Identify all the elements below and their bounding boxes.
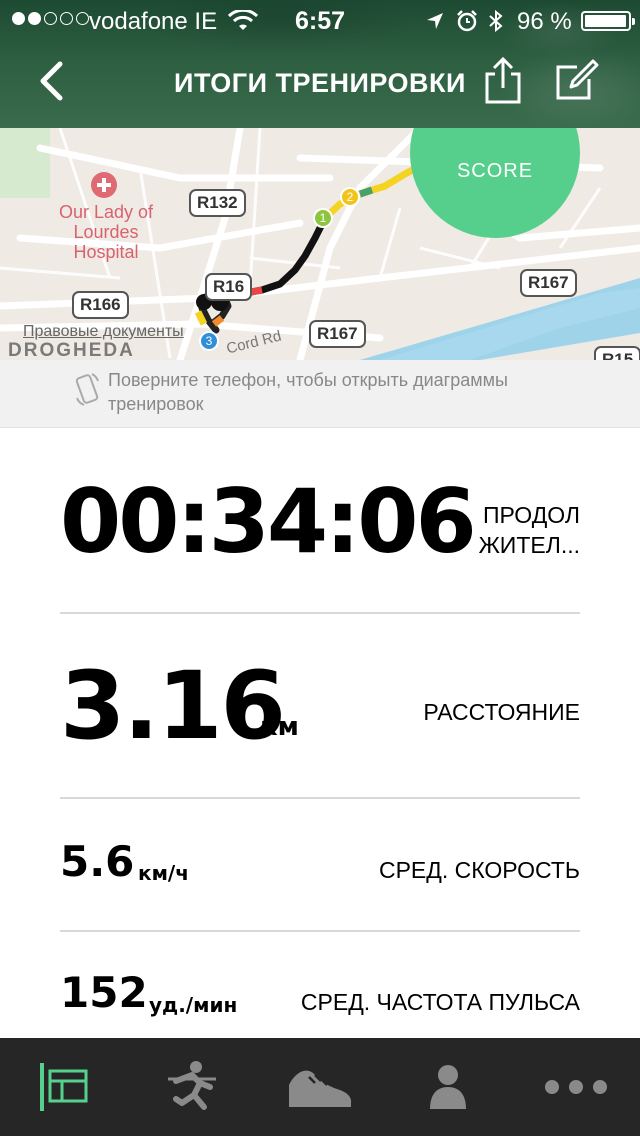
rotate-phone-hint: Поверните телефон, чтобы открыть диаграм… [0, 360, 640, 428]
more-icon [545, 1080, 607, 1094]
avg-heart-rate-value: 152 [60, 968, 148, 1017]
tab-summary[interactable] [0, 1038, 128, 1136]
share-button[interactable] [480, 56, 526, 106]
avg-heart-rate-label: СРЕД. ЧАСТОТА ПУЛЬСА [300, 989, 580, 1015]
location-arrow-icon [427, 13, 443, 29]
battery-icon [581, 11, 635, 31]
distance-label: РАССТОЯНИЕ [423, 699, 580, 725]
divider [60, 612, 580, 614]
avg-speed-label: СРЕД. СКОРОСТЬ [378, 857, 580, 883]
summary-icon [40, 1063, 88, 1111]
workout-route-map[interactable]: Our Lady of Lourdes Hospital R132 R166 R… [0, 128, 640, 360]
duration-value: 00:34:06 [60, 470, 477, 573]
distance-unit: км [260, 712, 299, 742]
battery-percent: 96 % [517, 8, 572, 35]
phone-rotate-icon [75, 373, 99, 406]
road-label: R15 [594, 346, 640, 360]
avg-speed-value: 5.6 [60, 837, 135, 886]
divider [60, 930, 580, 932]
road-label: R132 [189, 189, 246, 217]
km-marker: 1 [313, 208, 333, 228]
legal-documents-link[interactable]: Правовые документы [23, 323, 184, 341]
header-bar: vodafone IE 6:57 96 % ИТОГИ ТРЕНИРОВКИ [0, 0, 640, 128]
bluetooth-icon [489, 9, 503, 33]
runner-icon [168, 1061, 216, 1110]
road-label: R16 [205, 273, 253, 301]
shoe-icon [289, 1070, 352, 1107]
km-marker: 2 [340, 187, 360, 207]
profile-icon [430, 1065, 466, 1109]
tab-more[interactable] [512, 1038, 640, 1136]
status-bar: vodafone IE 6:57 96 % [0, 0, 640, 40]
hospital-icon [91, 172, 117, 198]
tab-workout[interactable] [128, 1038, 256, 1136]
tab-bar [0, 1038, 640, 1136]
tab-shoes[interactable] [256, 1038, 384, 1136]
road-label: R167 [309, 320, 366, 348]
page-title: ИТОГИ ТРЕНИРОВКИ [174, 68, 466, 98]
road-label: R166 [72, 291, 129, 319]
town-label: DROGHEDA [8, 340, 135, 360]
km-marker: 3 [199, 331, 219, 351]
score-label: SCORE [456, 160, 534, 182]
edit-button[interactable] [553, 57, 599, 103]
distance-value: 3.16 [60, 652, 286, 761]
hospital-label: Our Lady of Lourdes Hospital [58, 202, 154, 262]
road-label: R167 [520, 269, 577, 297]
rotate-hint-text: Поверните телефон, чтобы открыть диаграм… [108, 370, 508, 414]
alarm-icon [457, 10, 477, 32]
divider [60, 797, 580, 799]
duration-label: ПРОДОЛ ЖИТЕЛ... [478, 502, 580, 558]
avg-heart-rate-unit: уд./мин [149, 993, 238, 1017]
tab-profile[interactable] [384, 1038, 512, 1136]
avg-speed-unit: км/ч [138, 861, 189, 885]
